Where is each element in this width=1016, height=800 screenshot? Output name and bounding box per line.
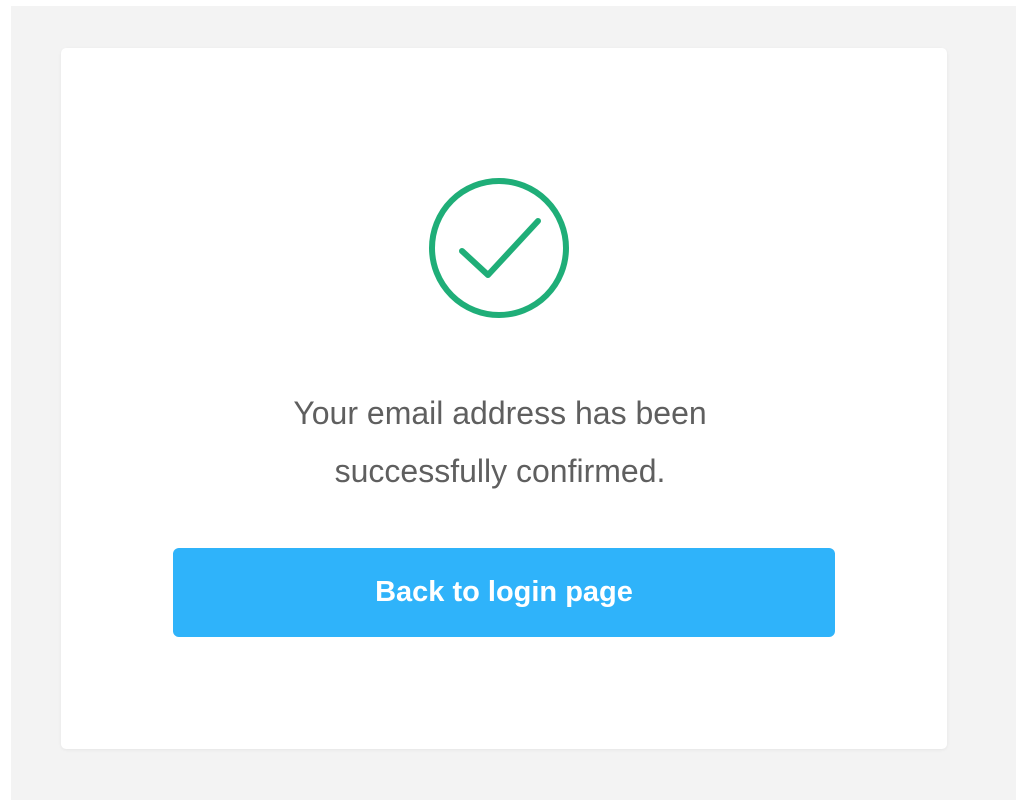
- confirmation-message-line-2: successfully confirmed.: [334, 453, 666, 489]
- confirmation-message: Your email address has been successfully…: [200, 384, 800, 500]
- confirmation-message-line-1: Your email address has been: [293, 395, 707, 431]
- check-circle-icon: [427, 176, 571, 320]
- back-to-login-button[interactable]: Back to login page: [173, 548, 835, 637]
